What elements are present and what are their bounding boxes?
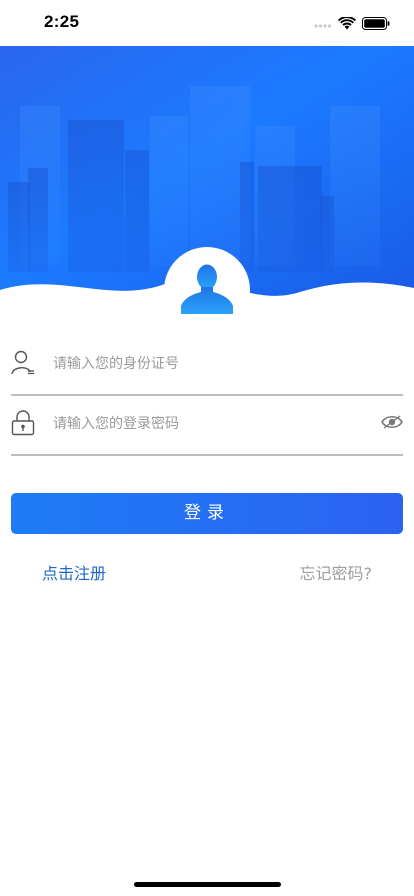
register-link[interactable]: 点击注册	[42, 560, 106, 584]
id-number-input[interactable]	[53, 344, 373, 384]
password-input[interactable]	[53, 404, 373, 444]
user-icon	[11, 350, 34, 375]
cellular-signal-icon	[314, 24, 332, 28]
lock-icon	[11, 410, 35, 436]
wifi-icon	[338, 16, 356, 29]
login-button[interactable]: 登录	[11, 493, 403, 534]
status-bar: 2:25	[0, 0, 414, 46]
home-indicator	[134, 882, 281, 887]
id-number-field	[11, 334, 403, 396]
avatar	[164, 247, 250, 333]
eye-icon[interactable]	[381, 414, 403, 430]
password-field	[11, 394, 403, 456]
user-silhouette-icon	[181, 264, 233, 314]
battery-icon	[362, 16, 390, 30]
forgot-password-link[interactable]: 忘记密码?	[300, 560, 373, 584]
status-time: 2:25	[44, 12, 80, 31]
status-icons	[314, 15, 390, 31]
